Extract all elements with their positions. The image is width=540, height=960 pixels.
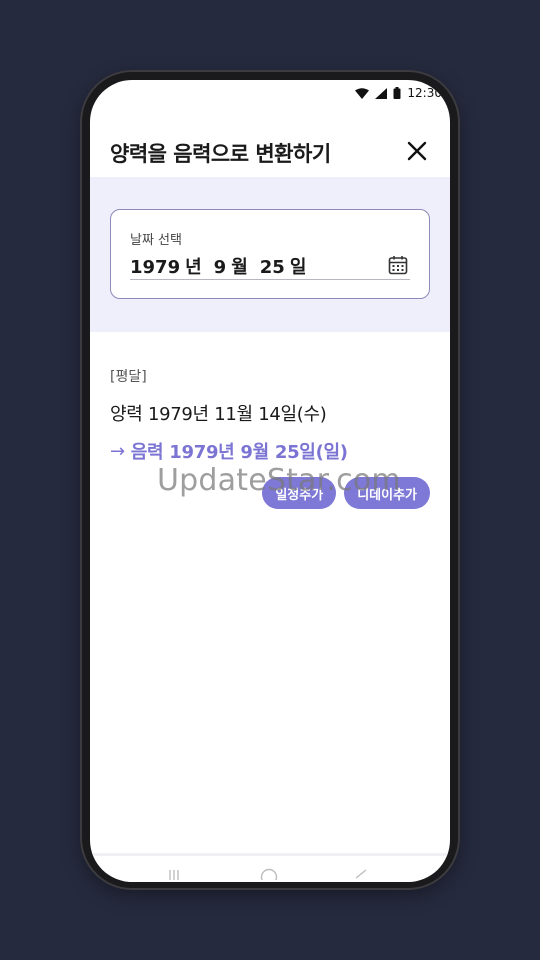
add-dday-button[interactable]: 디데이추가 [344,477,430,509]
back-button[interactable] [354,868,368,882]
recent-apps-icon [169,870,179,880]
back-icon [355,869,367,879]
month-selector[interactable]: 9 월 [214,253,260,279]
month-value: 9 [213,257,227,278]
date-picker-label: 날짜 선택 [130,233,182,248]
date-picker-box[interactable]: 날짜 선택 1979 년 9 월 25 일 [110,209,430,299]
date-input-row[interactable]: 1979 년 9 월 25 일 [130,253,410,280]
status-bar: 12:30 [90,80,450,106]
app-screen: 12:30 양력을 음력으로 변환하기 날짜 선택 1979 년 9 월 25 … [90,80,450,882]
wifi-icon [355,87,370,99]
add-schedule-button[interactable]: 일정추가 [262,477,337,509]
solar-date-text: 양력 1979년 11월 14일(수) [110,404,327,425]
phone-frame: 12:30 양력을 음력으로 변환하기 날짜 선택 1979 년 9 월 25 … [80,70,460,890]
year-unit: 년 [185,257,202,278]
lunar-date-text: 음력 1979년 9월 25일(일) [130,442,348,463]
close-icon [407,141,427,161]
recent-apps-button[interactable] [168,868,180,882]
lunar-date-line: → 음력 1979년 9월 25일(일) [110,438,430,464]
year-selector[interactable]: 1979 년 [130,253,214,279]
year-value: 1979 [130,257,181,278]
day-selector[interactable]: 25 일 [260,253,319,279]
title-bar: 양력을 음력으로 변환하기 [110,134,430,168]
action-buttons: 일정추가 디데이추가 [262,477,430,509]
system-nav-bar [90,853,450,882]
home-icon [260,868,278,882]
calendar-button[interactable] [388,255,408,275]
calendar-icon [388,256,408,275]
day-unit: 일 [289,257,307,278]
conversion-result: [평달] 양력 1979년 11월 14일(수) → 음력 1979년 9월 2… [110,366,430,464]
date-picker-section: 날짜 선택 1979 년 9 월 25 일 [90,177,450,332]
status-time: 12:30 [407,86,442,100]
battery-icon [393,87,401,99]
home-button[interactable] [260,868,278,882]
arrow-right-icon: → [110,440,125,462]
day-value: 25 [259,257,285,278]
signal-icon [375,87,388,99]
leap-month-tag: [평달] [110,369,147,385]
close-button[interactable] [404,138,430,164]
month-unit: 월 [231,257,248,278]
page-title: 양력을 음력으로 변환하기 [110,142,331,166]
